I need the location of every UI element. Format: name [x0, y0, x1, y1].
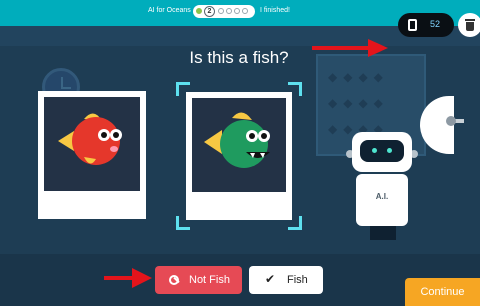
robot-label: A.I.: [375, 192, 389, 201]
phone-icon: [408, 19, 417, 31]
no-icon: [169, 275, 179, 285]
level-dot-5[interactable]: [234, 8, 240, 14]
question-text: Is this a fish?: [189, 48, 289, 67]
check-icon: ✔: [265, 272, 276, 286]
not-fish-label: Not Fish: [189, 274, 230, 286]
scan-frame-corner: [288, 82, 302, 96]
red-fish-image: [58, 113, 122, 165]
fish-label: Fish: [287, 274, 308, 286]
level-dot-4[interactable]: [226, 8, 232, 14]
level-dot-6[interactable]: [242, 8, 248, 14]
trash-icon: [465, 19, 475, 21]
scanner-knob: [446, 116, 456, 126]
level-dot-1[interactable]: [196, 8, 202, 14]
green-fish-image: [204, 112, 270, 168]
finished-link[interactable]: I finished!: [260, 7, 290, 14]
fish-counter: 52: [398, 13, 454, 37]
lesson-title: AI for Oceans: [148, 7, 191, 14]
fish-card-previous: [38, 91, 146, 219]
trash-button[interactable]: [458, 13, 480, 37]
annotation-arrow-not-fish: [104, 268, 152, 288]
scan-frame-corner: [176, 82, 190, 96]
fish-card-current: [186, 92, 292, 220]
level-dot-3[interactable]: [218, 8, 224, 14]
robot-body: A.I.: [356, 174, 408, 226]
level-progress: 2: [193, 5, 255, 18]
robot-face: [360, 140, 404, 162]
robot-head: [352, 132, 412, 172]
continue-button[interactable]: Continue: [405, 278, 480, 306]
robot-base: [370, 226, 396, 240]
scan-frame-corner: [288, 216, 302, 230]
level-dot-current[interactable]: 2: [204, 6, 215, 17]
fish-button[interactable]: ✔ Fish: [249, 266, 323, 294]
scan-frame-corner: [176, 216, 190, 230]
counter-value: 52: [430, 19, 441, 29]
not-fish-button[interactable]: Not Fish: [155, 266, 242, 294]
annotation-arrow-counter: [312, 39, 388, 57]
